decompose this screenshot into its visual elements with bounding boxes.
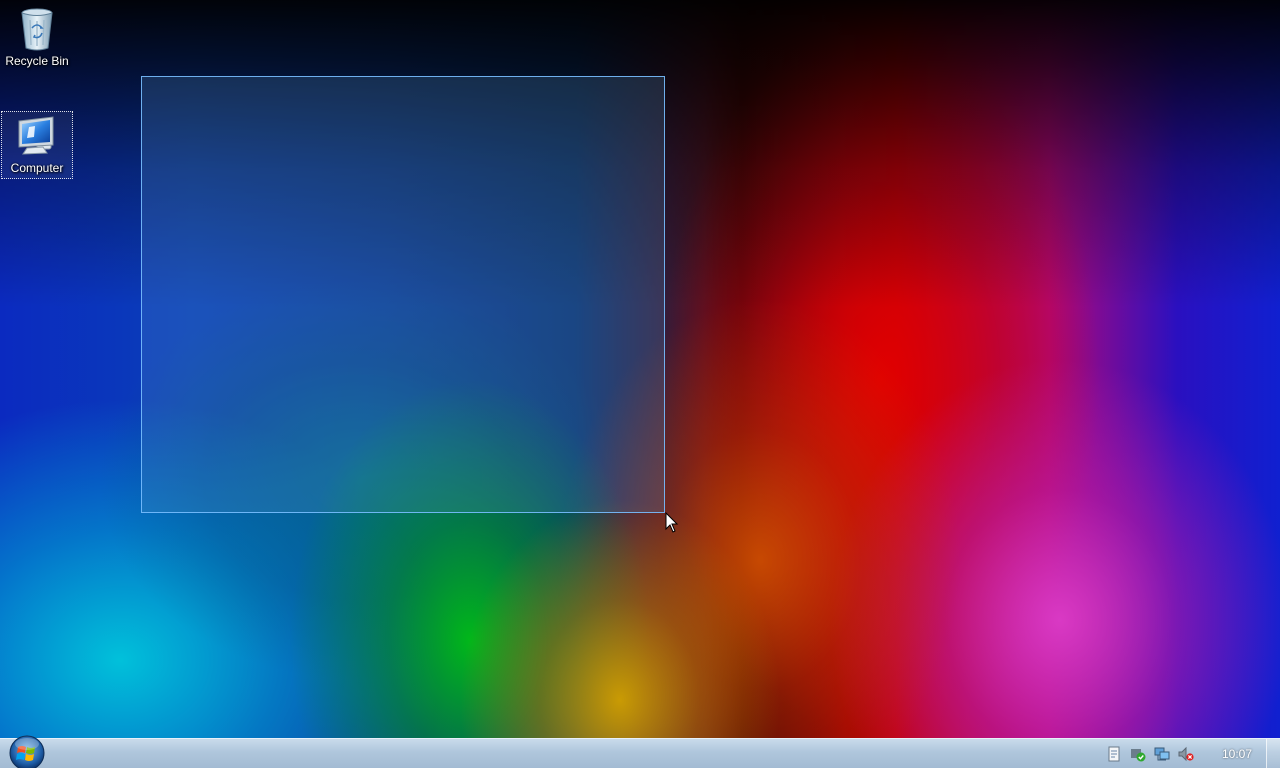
recycle-bin-icon xyxy=(21,8,53,51)
taskbar-clock[interactable]: 10:07 xyxy=(1222,747,1252,761)
shield-check-icon[interactable] xyxy=(1130,746,1146,762)
desktop[interactable]: Recycle Bin Computer 10:07 xyxy=(0,0,1280,768)
network-icon[interactable] xyxy=(1154,746,1170,762)
mouse-cursor-icon xyxy=(665,512,679,533)
computer-icon xyxy=(18,116,54,155)
taskbar: 10:07 xyxy=(0,735,1280,768)
windows-orb-icon xyxy=(9,735,45,768)
desktop-icon-label: Recycle Bin xyxy=(5,54,69,68)
speaker-muted-icon[interactable] xyxy=(1178,746,1194,762)
action-center-flag-icon[interactable] xyxy=(1106,746,1122,762)
selection-rectangle xyxy=(141,76,665,513)
system-tray: 10:07 xyxy=(1102,739,1266,768)
desktop-icon-computer[interactable]: Computer xyxy=(1,111,73,179)
show-desktop-button[interactable] xyxy=(1266,739,1280,768)
start-button[interactable] xyxy=(7,733,47,768)
desktop-icon-recycle-bin[interactable]: Recycle Bin xyxy=(1,6,73,76)
desktop-icon-label: Computer xyxy=(10,161,64,175)
